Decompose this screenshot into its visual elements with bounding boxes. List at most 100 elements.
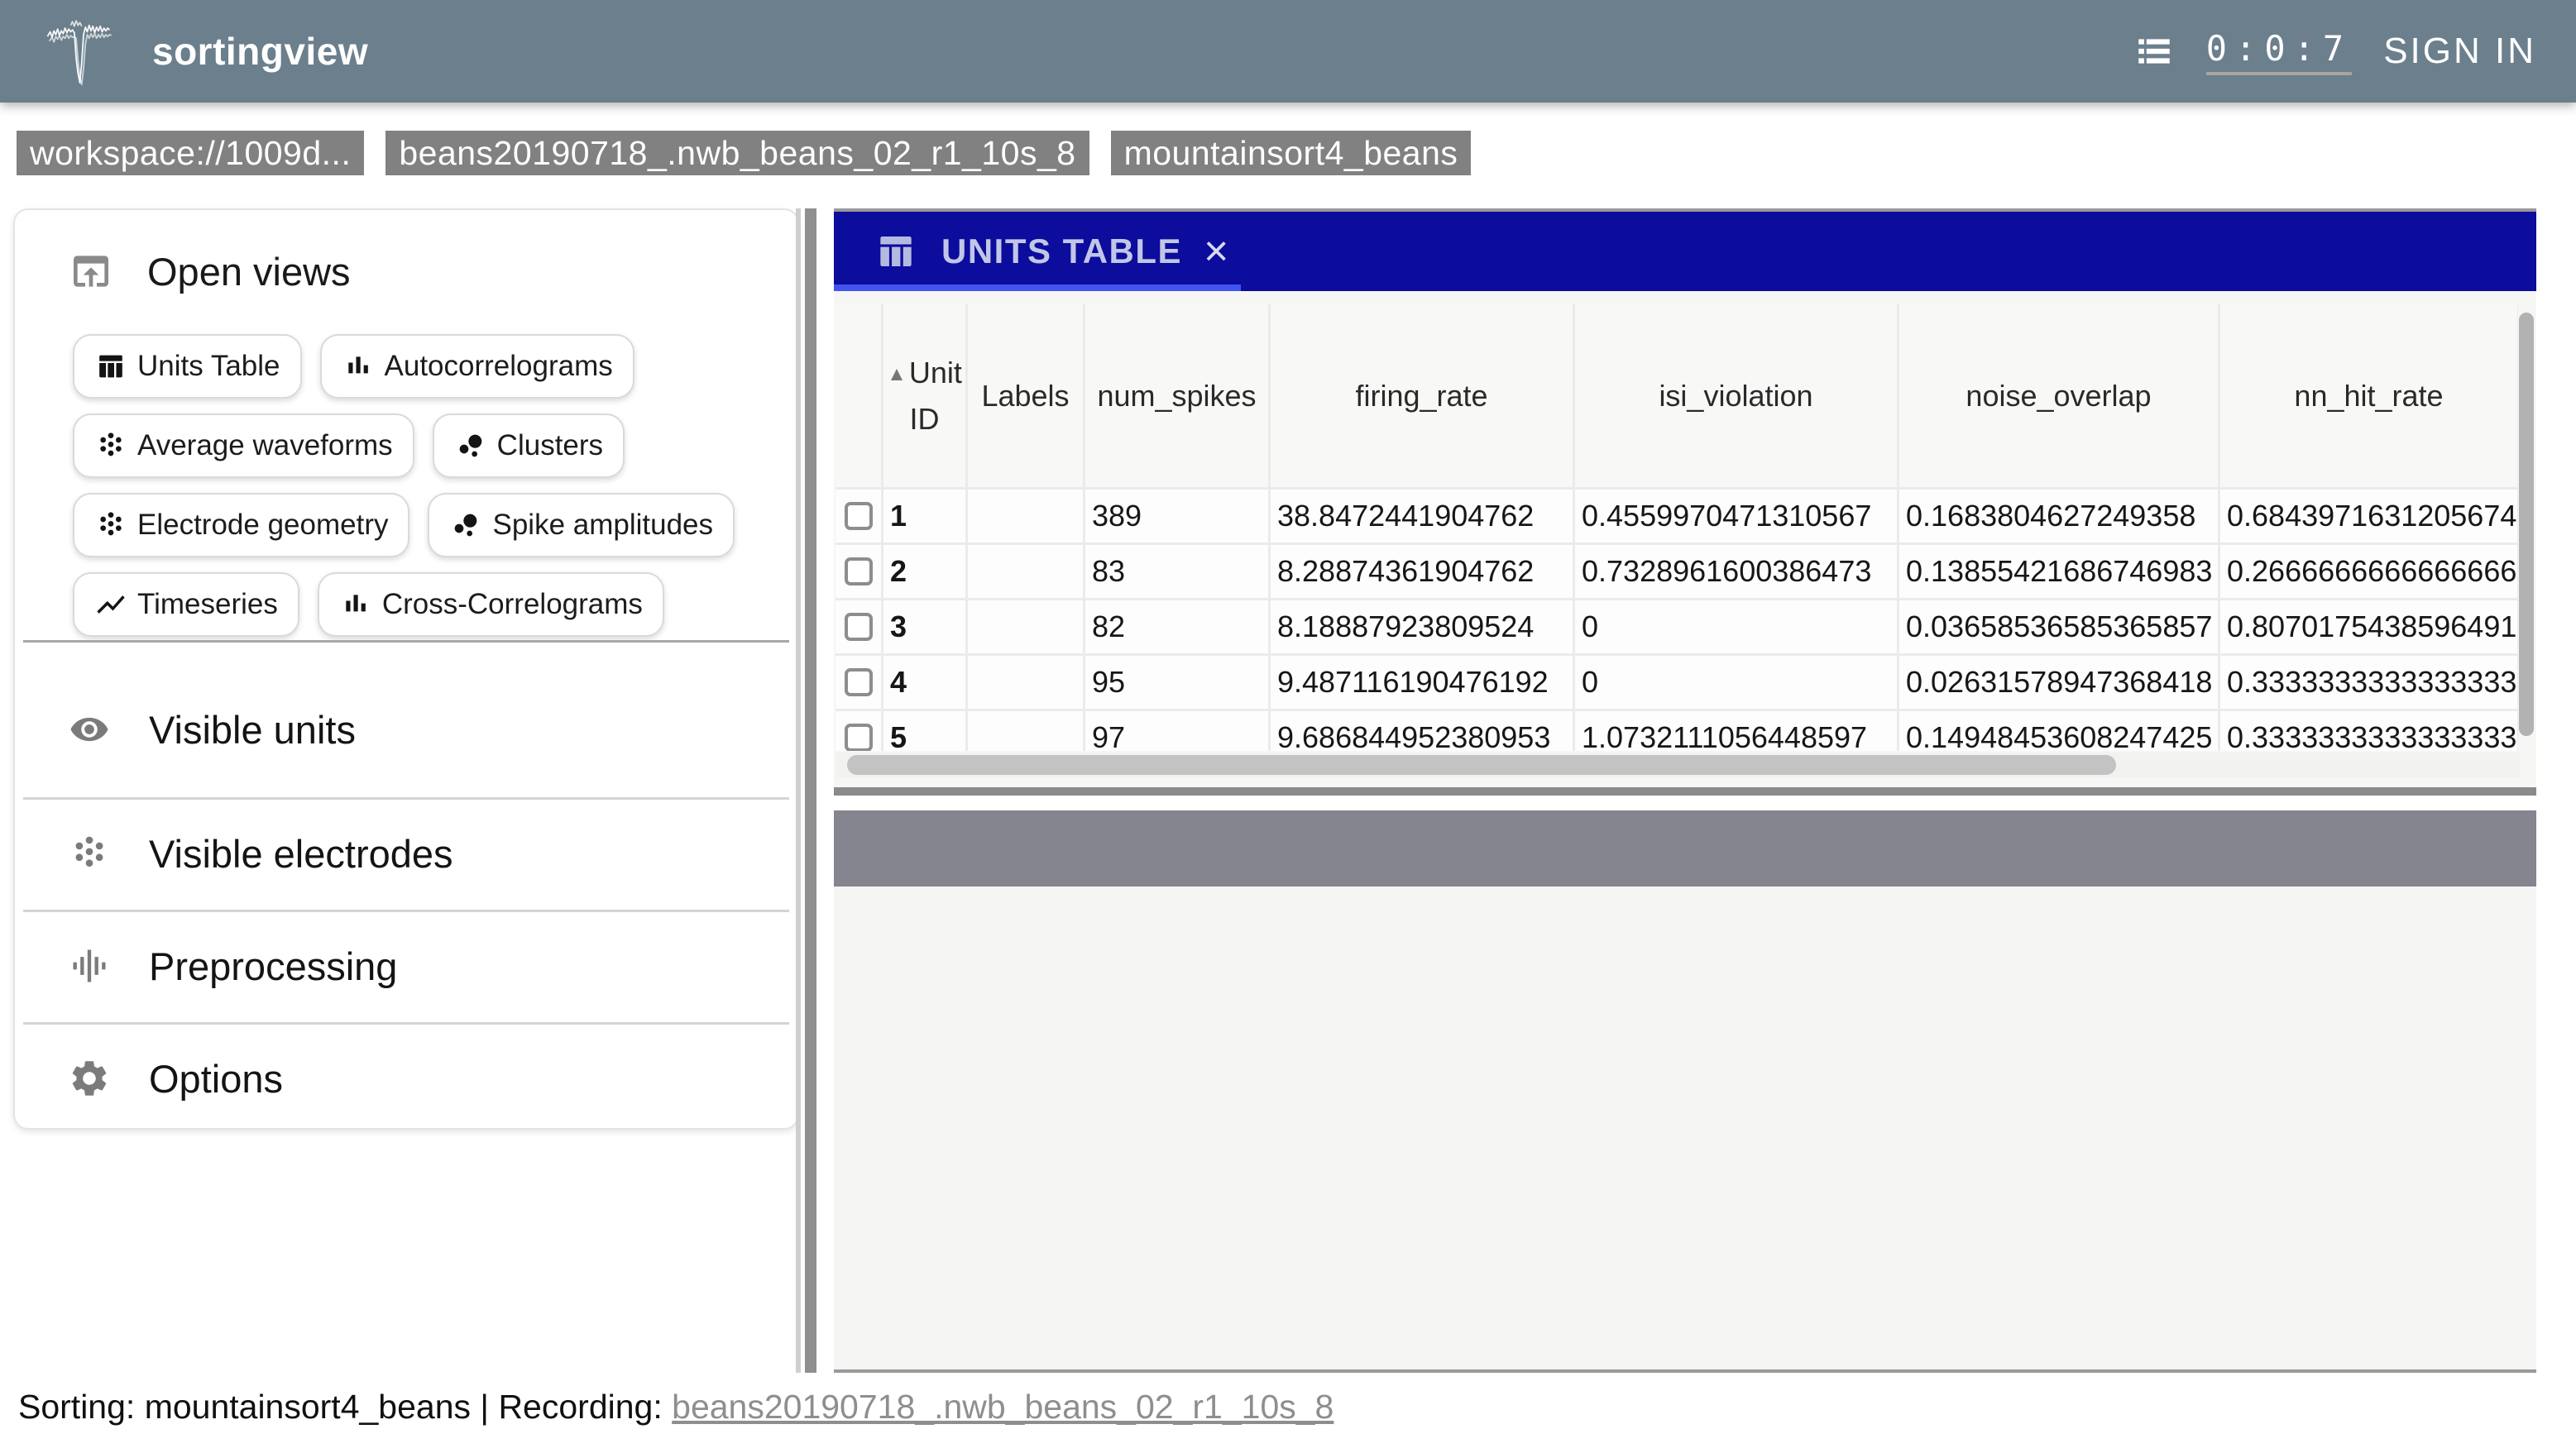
electrode-geometry-button[interactable]: Electrode geometry xyxy=(73,493,409,557)
cell-noise-overlap: 0.14948453608247425 xyxy=(1899,711,2220,751)
cell-labels xyxy=(968,711,1085,751)
timer-link[interactable]: 0:0:7 xyxy=(2206,28,2352,75)
panel-splitter-bar[interactable] xyxy=(834,787,2536,796)
units-table-panel-header[interactable]: UNITS TABLE × xyxy=(834,212,2536,291)
cell-nn-hit-rate: 0.8070175438596491 xyxy=(2220,600,2520,656)
view-button-label: Timeseries xyxy=(137,588,278,621)
cell-num-spikes: 95 xyxy=(1085,656,1271,711)
breadcrumb-chip[interactable]: workspace://1009d... xyxy=(17,131,364,175)
checkbox-cell xyxy=(836,490,883,545)
cell-nn-hit-rate: 0.3333333333333333 xyxy=(2220,711,2520,751)
south-panel-header xyxy=(834,810,2536,887)
column-header-labels[interactable]: Labels xyxy=(968,304,1085,490)
view-button-label: Units Table xyxy=(137,350,280,383)
section-label: Visible electrodes xyxy=(149,831,453,877)
cell-nn-hit-rate: 0.3333333333333333 xyxy=(2220,656,2520,711)
column-header-noise-overlap[interactable]: noise_overlap xyxy=(1899,304,2220,490)
view-button-label: Clusters xyxy=(497,429,603,462)
column-header-isi-violation[interactable]: isi_violation xyxy=(1575,304,1899,490)
app-bar: sortingview 0:0:7 SIGN IN xyxy=(0,0,2576,103)
sidebar-section-visible-electrodes[interactable]: Visible electrodes xyxy=(15,797,797,910)
bar-chart-icon xyxy=(339,588,372,621)
grain-icon xyxy=(94,509,127,542)
cell-isi-violation: 0.4559970471310567 xyxy=(1575,490,1899,545)
timeseries-button[interactable]: Timeseries xyxy=(73,572,299,637)
average-waveforms-button[interactable]: Average waveforms xyxy=(73,413,414,478)
task-list-icon[interactable] xyxy=(2133,31,2175,72)
table-row-unit-5[interactable]: 5979.6868449523809531.07321110564485970.… xyxy=(836,711,2520,751)
open-views-header: Open views xyxy=(68,248,351,294)
cell-labels xyxy=(968,545,1085,600)
vertical-splitter[interactable] xyxy=(796,208,817,1373)
cell-isi-violation: 0 xyxy=(1575,656,1899,711)
view-button-group: Units Table Autocorrelograms Average wavef… xyxy=(73,334,754,637)
column-header-unit-id[interactable]: ▲Unit ID xyxy=(883,304,968,490)
unit-checkbox[interactable] xyxy=(845,613,873,641)
view-button-label: Electrode geometry xyxy=(137,509,388,542)
units-table: ▲Unit IDLabelsnum_spikesfiring_rateisi_v… xyxy=(836,304,2520,751)
units-table-content: ▲Unit IDLabelsnum_spikesfiring_rateisi_v… xyxy=(834,291,2536,787)
checkbox-cell xyxy=(836,711,883,751)
table-row-unit-1[interactable]: 138938.84724419047620.45599704713105670.… xyxy=(836,490,2520,545)
app-bar-actions: 0:0:7 SIGN IN xyxy=(2133,0,2536,103)
column-header-num-spikes[interactable]: num_spikes xyxy=(1085,304,1271,490)
clusters-button[interactable]: Clusters xyxy=(433,413,625,478)
cell-unit-id: 5 xyxy=(883,711,968,751)
table-row-unit-4[interactable]: 4959.48711619047619200.02631578947368418… xyxy=(836,656,2520,711)
app-title: sortingview xyxy=(152,29,368,74)
equalizer-icon xyxy=(68,944,111,987)
cell-labels xyxy=(968,656,1085,711)
breadcrumb: workspace://1009d... beans20190718_.nwb_b… xyxy=(17,131,1471,175)
sidebar-section-visible-units[interactable]: Visible units xyxy=(15,673,797,786)
column-header-nn-hit-rate[interactable]: nn_hit_rate xyxy=(2220,304,2520,490)
unit-checkbox[interactable] xyxy=(845,502,873,530)
cross-correlograms-button[interactable]: Cross-Correlograms xyxy=(318,572,664,637)
cell-isi-violation: 1.0732111056448597 xyxy=(1575,711,1899,751)
cell-unit-id: 2 xyxy=(883,545,968,600)
section-label: Visible units xyxy=(149,707,356,753)
breadcrumb-chip[interactable]: mountainsort4_beans xyxy=(1111,131,1472,175)
view-button-label: Cross-Correlograms xyxy=(382,588,643,621)
recording-link[interactable]: beans20190718_.nwb_beans_02_r1_10s_8 xyxy=(672,1388,1333,1426)
autocorrelograms-button[interactable]: Autocorrelograms xyxy=(320,334,634,399)
cell-firing-rate: 38.8472441904762 xyxy=(1271,490,1575,545)
sidebar-section-options[interactable]: Options xyxy=(15,1022,797,1135)
unit-checkbox[interactable] xyxy=(845,724,873,751)
main-panel-area: UNITS TABLE × ▲Unit IDLabelsnum_spikesfi… xyxy=(834,208,2536,1373)
unit-checkbox[interactable] xyxy=(845,557,873,585)
bubble-chart-icon xyxy=(449,509,482,542)
table-row-unit-3[interactable]: 3828.1888792380952400.036585365853658570… xyxy=(836,600,2520,656)
spike-amplitudes-button[interactable]: Spike amplitudes xyxy=(428,493,735,557)
cell-isi-violation: 0 xyxy=(1575,600,1899,656)
cell-noise-overlap: 0.02631578947368418 xyxy=(1899,656,2220,711)
table-header-row: ▲Unit IDLabelsnum_spikesfiring_rateisi_v… xyxy=(836,304,2520,490)
vertical-scrollbar xyxy=(2518,304,2535,751)
units-table-button[interactable]: Units Table xyxy=(73,334,302,399)
status-bar: Sorting: mountainsort4_beans | Recording… xyxy=(18,1388,1333,1427)
breadcrumb-chip[interactable]: beans20190718_.nwb_beans_02_r1_10s_8 xyxy=(385,131,1089,175)
spike-waveform-logo-icon xyxy=(43,5,139,98)
sign-in-button[interactable]: SIGN IN xyxy=(2383,31,2536,72)
horizontal-scrollbar-thumb[interactable] xyxy=(847,755,2116,775)
cell-unit-id: 3 xyxy=(883,600,968,656)
gear-icon xyxy=(68,1057,111,1100)
cell-num-spikes: 389 xyxy=(1085,490,1271,545)
divider xyxy=(23,640,789,643)
sidebar-section-preprocessing[interactable]: Preprocessing xyxy=(15,910,797,1022)
column-header-firing-rate[interactable]: firing_rate xyxy=(1271,304,1575,490)
cell-firing-rate: 9.487116190476192 xyxy=(1271,656,1575,711)
select-column-header xyxy=(836,304,883,490)
view-button-label: Spike amplitudes xyxy=(492,509,713,542)
close-icon[interactable]: × xyxy=(1204,230,1228,273)
view-button-label: Average waveforms xyxy=(137,429,393,462)
cell-labels xyxy=(968,490,1085,545)
view-button-label: Autocorrelograms xyxy=(385,350,613,383)
cell-firing-rate: 8.28874361904762 xyxy=(1271,545,1575,600)
panel-title: UNITS TABLE xyxy=(941,232,1182,271)
cell-num-spikes: 82 xyxy=(1085,600,1271,656)
cell-firing-rate: 8.18887923809524 xyxy=(1271,600,1575,656)
unit-checkbox[interactable] xyxy=(845,668,873,696)
table-icon xyxy=(94,350,127,383)
vertical-scrollbar-thumb[interactable] xyxy=(2519,313,2534,736)
table-row-unit-2[interactable]: 2838.288743619047620.73289616003864730.1… xyxy=(836,545,2520,600)
